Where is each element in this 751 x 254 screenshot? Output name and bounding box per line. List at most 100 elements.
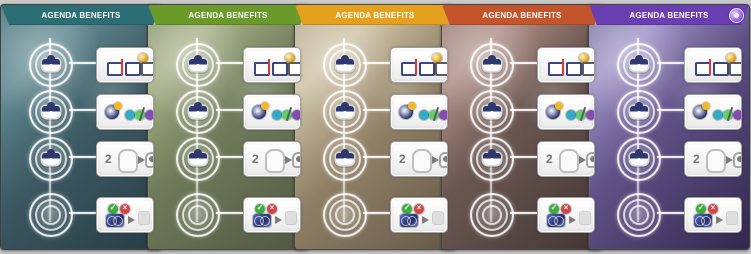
stop-icon xyxy=(120,203,130,214)
divider-icon xyxy=(709,59,711,75)
agenda-token-icon xyxy=(470,90,514,134)
agenda-token-icon xyxy=(470,43,514,87)
check-icon xyxy=(696,203,706,214)
benefit-row-3: 2 xyxy=(454,137,598,181)
reward-count: 2 xyxy=(546,152,553,166)
reward-count: 2 xyxy=(693,152,700,166)
upgrade-track-reward: 2 xyxy=(684,141,742,177)
empty-node-icon xyxy=(176,193,220,237)
resource-icon xyxy=(713,110,723,120)
agenda-card-5: AGENDA BENEFITS 2 ✓ × xyxy=(588,4,750,250)
upgrade-track-reward: 2 xyxy=(243,141,301,177)
benefit-row-2 xyxy=(454,90,598,134)
agenda-banner: AGENDA BENEFITS xyxy=(1,5,161,25)
benefit-row-4 xyxy=(13,193,157,237)
reward-count: 2 xyxy=(399,152,406,166)
benefit-row-1 xyxy=(601,43,745,87)
row-connector xyxy=(216,109,245,111)
arrow-right-icon xyxy=(579,156,586,164)
agenda-token-icon xyxy=(29,43,73,87)
agenda-token-icon xyxy=(29,90,73,134)
target-icon xyxy=(439,152,447,168)
mission-core-icon xyxy=(400,214,418,227)
mission-core-icon xyxy=(106,214,124,227)
mission-check-reward xyxy=(96,197,154,233)
agenda-benefits-screen: AGENDA BENEFITS 2 ✓ × AGENDA BENEFITS 2 … xyxy=(0,0,751,254)
upgrade-track-reward: 2 xyxy=(390,141,448,177)
resource-icon xyxy=(419,110,429,120)
agenda-token-icon xyxy=(470,137,514,181)
check-icon xyxy=(549,203,559,214)
benefit-row-3: 2 xyxy=(307,137,451,181)
mission-check-reward xyxy=(243,197,301,233)
row-connector xyxy=(69,62,98,64)
benefit-row-1 xyxy=(307,43,451,87)
bonus-icon xyxy=(114,102,122,110)
pill-icon xyxy=(265,149,285,173)
benefit-row-4 xyxy=(454,193,598,237)
benefit-row-1 xyxy=(454,43,598,87)
benefit-row-2 xyxy=(160,90,304,134)
agenda-title: AGENDA BENEFITS xyxy=(629,10,709,20)
benefit-row-3: 2 xyxy=(13,137,157,181)
pill-icon xyxy=(118,149,138,173)
arrow-right-icon xyxy=(285,156,292,164)
mission-check-reward xyxy=(684,197,742,233)
arrow-right-icon xyxy=(726,156,733,164)
divider-icon xyxy=(415,59,417,75)
row-connector xyxy=(657,212,686,214)
empty-node-icon xyxy=(323,193,367,237)
benefit-row-3: 2 xyxy=(160,137,304,181)
divider-icon xyxy=(121,59,123,75)
upgrade-track-reward: 2 xyxy=(96,141,154,177)
agenda-title: AGENDA BENEFITS xyxy=(188,10,268,20)
row-connector xyxy=(216,212,245,214)
bonus-icon xyxy=(555,102,563,110)
benefit-row-3: 2 xyxy=(601,137,745,181)
resource-icon xyxy=(125,110,135,120)
agenda-title: AGENDA BENEFITS xyxy=(41,10,121,20)
agenda-token-icon xyxy=(323,137,367,181)
target-icon xyxy=(733,152,741,168)
empty-node-icon xyxy=(470,193,514,237)
stop-icon xyxy=(414,203,424,214)
agenda-title: AGENDA BENEFITS xyxy=(335,10,415,20)
end-slot-icon xyxy=(580,212,590,224)
card-slot-reward xyxy=(390,47,448,83)
end-slot-icon xyxy=(139,212,149,224)
resource-conversion-reward xyxy=(243,94,301,130)
agenda-card-4: AGENDA BENEFITS 2 ✓ × xyxy=(441,4,603,250)
mission-core-icon xyxy=(547,214,565,227)
bonus-icon xyxy=(261,102,269,110)
target-icon xyxy=(145,152,153,168)
agenda-token-icon xyxy=(323,43,367,87)
stop-icon xyxy=(708,203,718,214)
arrow-right-icon xyxy=(275,216,282,224)
stop-icon xyxy=(561,203,571,214)
pill-icon xyxy=(412,149,432,173)
arrow-right-icon xyxy=(422,216,429,224)
agenda-card-2: AGENDA BENEFITS 2 ✓ × xyxy=(147,4,309,250)
row-connector xyxy=(363,62,392,64)
row-connector xyxy=(69,212,98,214)
empty-node-icon xyxy=(29,193,73,237)
bonus-icon xyxy=(702,102,710,110)
row-connector xyxy=(363,212,392,214)
row-connector xyxy=(216,156,245,158)
resource-icon xyxy=(439,110,447,120)
resource-conversion-reward xyxy=(96,94,154,130)
agenda-banner: AGENDA BENEFITS xyxy=(295,5,455,25)
card-slot-reward xyxy=(96,47,154,83)
arrow-right-icon xyxy=(128,216,135,224)
check-icon xyxy=(402,203,412,214)
benefit-row-1 xyxy=(13,43,157,87)
upgrade-track-reward: 2 xyxy=(537,141,595,177)
agenda-banner: AGENDA BENEFITS xyxy=(589,5,749,25)
end-slot-icon xyxy=(727,212,737,224)
row-connector xyxy=(363,109,392,111)
agenda-token-icon xyxy=(617,43,661,87)
benefit-row-4 xyxy=(601,193,745,237)
resource-icon xyxy=(586,110,594,120)
agenda-token-icon xyxy=(29,137,73,181)
row-connector xyxy=(69,109,98,111)
